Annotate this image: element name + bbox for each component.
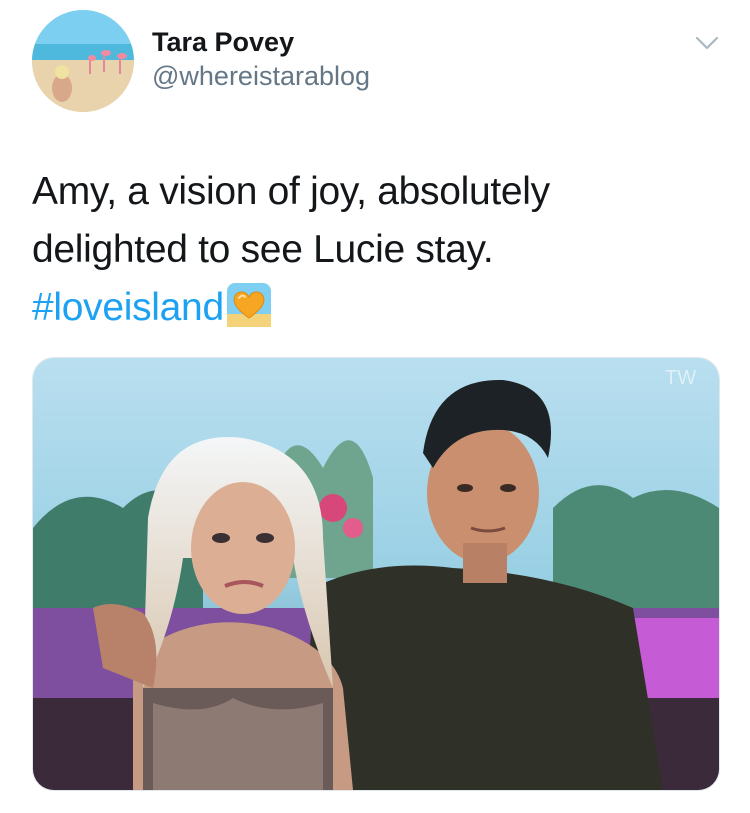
tweet-card: Tara Povey @whereistarablog Amy, a visio… xyxy=(0,0,750,813)
author-avatar[interactable] xyxy=(32,10,134,112)
author-handle[interactable]: @whereistarablog xyxy=(152,60,370,92)
tv-screen-photo-icon: TW xyxy=(33,358,719,790)
media-watermark: TW xyxy=(665,367,696,389)
hashtag-link[interactable]: #loveisland xyxy=(32,286,224,329)
yellow-heart-island-emoji-icon xyxy=(226,282,272,328)
chevron-down-icon xyxy=(695,36,719,50)
beach-flamingo-avatar-icon xyxy=(32,10,134,112)
tweet-menu-button[interactable] xyxy=(694,34,720,52)
tweet-media-photo[interactable]: TW xyxy=(32,357,720,791)
tweet-hashtag-line: #loveisland xyxy=(32,279,722,337)
tweet-text-line-2: delighted to see Lucie stay. xyxy=(32,228,494,271)
tweet-text-line-1: Amy, a vision of joy, absolutely xyxy=(32,170,550,213)
author-display-name[interactable]: Tara Povey xyxy=(152,26,370,58)
user-info: Tara Povey @whereistarablog xyxy=(152,26,370,92)
tweet-text: Amy, a vision of joy, absolutely delight… xyxy=(32,163,722,337)
